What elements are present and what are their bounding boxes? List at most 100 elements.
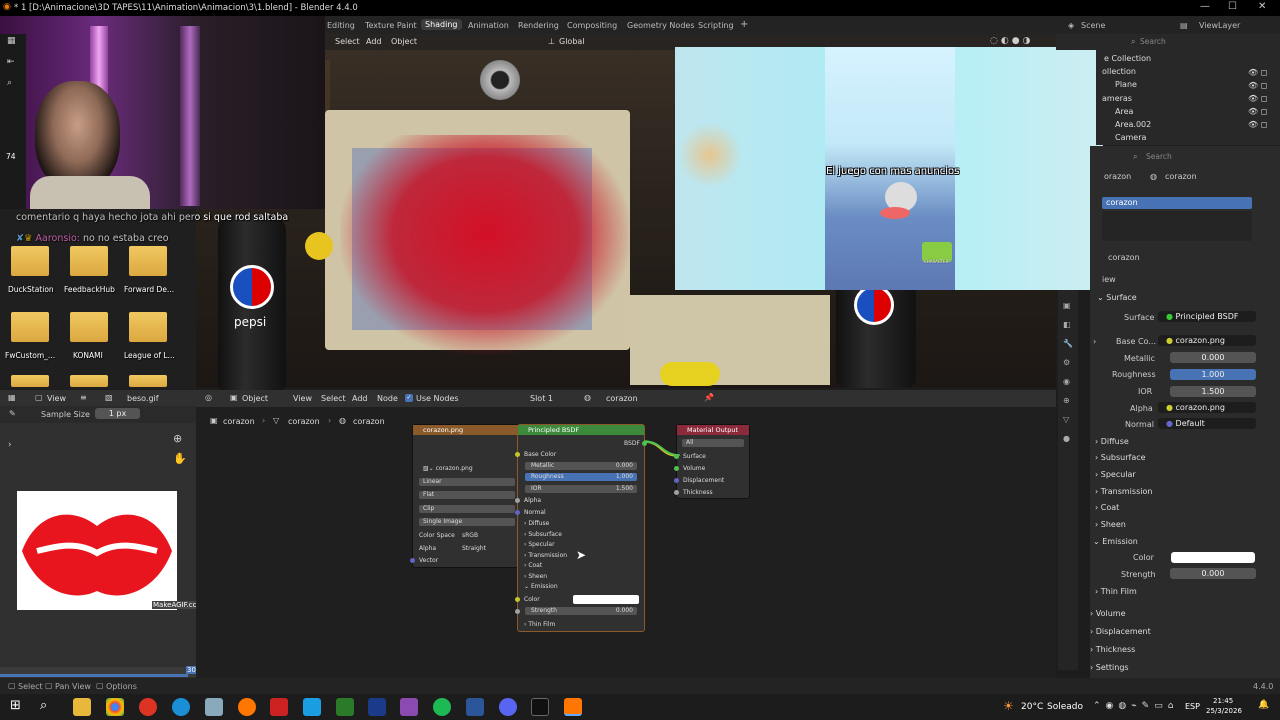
emission-strength-field[interactable]: 0.000 — [1170, 568, 1256, 579]
clock-time[interactable]: 21:45 — [1213, 697, 1233, 705]
desktop-item-fwcustom[interactable]: FwCustom_... — [5, 351, 55, 360]
weather-temp[interactable]: 20°C — [1021, 702, 1043, 712]
thin-film-section[interactable]: › Thin Film — [1095, 587, 1137, 596]
app2-icon[interactable] — [400, 698, 418, 716]
app-icon[interactable] — [205, 698, 223, 716]
surface-shader-field[interactable]: ● Principled BSDF — [1158, 311, 1256, 322]
output-node-title[interactable]: Material Output — [677, 425, 749, 435]
bsdf-subsurface-panel[interactable]: › Subsurface — [524, 531, 562, 538]
tab-editing[interactable]: Editing — [327, 21, 355, 30]
metallic-field[interactable]: 0.000 — [1170, 352, 1256, 363]
add-workspace-button[interactable]: + — [740, 19, 748, 30]
folder-icon[interactable] — [129, 375, 167, 387]
scene-selector[interactable]: Scene — [1081, 21, 1105, 30]
image-name-field[interactable]: beso.gif — [127, 394, 159, 403]
material-slot-item[interactable]: corazon — [1106, 198, 1138, 207]
image-node-title[interactable]: corazon.png — [413, 425, 519, 435]
editor-type-icon[interactable]: ▦ — [7, 36, 16, 46]
source-dropdown[interactable]: Single Image — [419, 518, 515, 526]
clock-date[interactable]: 25/3/2026 — [1206, 707, 1242, 715]
chrome-icon[interactable] — [106, 698, 124, 716]
photos-icon[interactable] — [303, 698, 321, 716]
windows-start-icon[interactable]: ⊞ — [10, 698, 21, 713]
image-editor-type-icon[interactable]: ▦ — [8, 393, 16, 402]
normal-socket[interactable] — [515, 510, 520, 515]
folder-icon[interactable] — [11, 375, 49, 387]
properties-tab-icons[interactable]: ▣ ◧ 🔧 ⚙ ◉ ⊕ ▽ ● — [1063, 296, 1073, 448]
outliner-row-area[interactable]: Area — [1115, 107, 1133, 116]
folder-icon[interactable] — [129, 312, 167, 342]
properties-search[interactable]: Search — [1146, 152, 1172, 161]
pycharm-icon[interactable] — [336, 698, 354, 716]
roughness-field[interactable]: 1.000 — [1170, 369, 1256, 380]
bsdf-sheen-panel[interactable]: › Sheen — [524, 573, 547, 580]
outliner-search[interactable]: Search — [1140, 37, 1166, 46]
tray-icons[interactable]: ⌃◉◍⌁✎▭⌂ — [1093, 701, 1178, 711]
maximize-button[interactable]: ☐ — [1228, 1, 1237, 12]
taskbar-search-icon[interactable]: ⌕ — [40, 698, 47, 713]
recorder-icon[interactable] — [270, 698, 288, 716]
bsdf-specular-panel[interactable]: › Specular — [524, 541, 555, 548]
surface-section-header[interactable]: ⌄ Surface — [1097, 293, 1137, 302]
material-name-field[interactable]: corazon — [1108, 253, 1140, 262]
displacement-section[interactable]: › Displacement — [1090, 627, 1151, 636]
subsurface-section[interactable]: › Subsurface — [1095, 453, 1146, 462]
sheen-section[interactable]: › Sheen — [1095, 520, 1126, 529]
sample-size-field[interactable]: 1 px — [95, 408, 140, 419]
displacement-socket[interactable] — [674, 478, 679, 483]
folder-icon[interactable] — [129, 246, 167, 276]
viewport-select-menu[interactable]: Select — [335, 37, 360, 46]
zoom-icon[interactable]: ⊕ — [173, 432, 182, 445]
emission-color-swatch[interactable] — [1171, 552, 1255, 563]
alpha-field[interactable]: ● corazon.png — [1158, 402, 1256, 413]
bsdf-coat-panel[interactable]: › Coat — [524, 562, 542, 569]
bsdf-emission-color-swatch[interactable] — [573, 595, 639, 604]
thickness-socket[interactable] — [674, 490, 679, 495]
language-indicator[interactable]: ESP — [1185, 702, 1200, 711]
shading-mode-icons[interactable]: ◌◐●◑ — [990, 36, 1033, 46]
color-space-dropdown[interactable]: sRGB — [462, 532, 478, 539]
coat-section[interactable]: › Coat — [1095, 503, 1119, 512]
folder-icon[interactable] — [70, 312, 108, 342]
toolbar-toggle-icon[interactable]: › — [8, 440, 12, 450]
folder-icon[interactable] — [11, 246, 49, 276]
material-slot-list[interactable]: corazon — [1102, 197, 1252, 209]
bsdf-diffuse-panel[interactable]: › Diffuse — [524, 520, 549, 527]
bsdf-ior-field[interactable]: IOR 1.500 — [525, 485, 637, 493]
pan-hand-icon[interactable]: ✋ — [173, 452, 187, 465]
tab-animation[interactable]: Animation — [468, 21, 509, 30]
folder-icon[interactable] — [70, 246, 108, 276]
desktop-item-feedbackhub[interactable]: FeedbackHub — [64, 285, 115, 294]
folder-icon[interactable] — [11, 312, 49, 342]
sample-tool-icon[interactable]: ✎ — [9, 409, 16, 418]
viewport-add-menu[interactable]: Add — [366, 37, 382, 46]
vector-socket[interactable] — [410, 558, 415, 563]
principled-bsdf-node[interactable]: Principled BSDF BSDF Base Color Metallic… — [515, 424, 647, 632]
obs-icon[interactable] — [531, 698, 549, 716]
desktop-item-duckstation[interactable]: DuckStation — [8, 285, 54, 294]
settings-section[interactable]: › Settings — [1090, 663, 1129, 672]
volume-section[interactable]: › Volume — [1090, 609, 1126, 618]
folder-icon[interactable] — [70, 375, 108, 387]
viewport-object-menu[interactable]: Object — [391, 37, 417, 46]
output-target-dropdown[interactable]: All — [682, 439, 744, 447]
hamburger-menu-icon[interactable]: ≡ — [80, 393, 87, 402]
ior-field[interactable]: 1.500 — [1170, 386, 1256, 397]
spotify-icon[interactable] — [433, 698, 451, 716]
notification-icon[interactable]: 🔔 — [1258, 700, 1269, 710]
tab-shading[interactable]: Shading — [421, 19, 462, 30]
extension-dropdown[interactable]: Clip — [419, 505, 515, 513]
image-node-image-field[interactable]: ▧⌄ corazon.png — [423, 465, 473, 472]
word-icon[interactable] — [466, 698, 484, 716]
tab-rendering[interactable]: Rendering — [518, 21, 559, 30]
volume-socket[interactable] — [674, 466, 679, 471]
bsdf-strength-field[interactable]: Strength 0.000 — [525, 607, 637, 615]
projection-dropdown[interactable]: Flat — [419, 491, 515, 499]
minimize-button[interactable]: — — [1200, 1, 1210, 12]
bsdf-transmission-panel[interactable]: › Transmission — [524, 552, 567, 559]
vs-icon[interactable] — [368, 698, 386, 716]
weather-desc[interactable]: Soleado — [1047, 702, 1083, 712]
alpha-mode-dropdown[interactable]: Straight — [462, 545, 486, 552]
emission-strength-socket[interactable] — [515, 609, 520, 614]
bsdf-roughness-field[interactable]: Roughness 1.000 — [525, 473, 637, 481]
